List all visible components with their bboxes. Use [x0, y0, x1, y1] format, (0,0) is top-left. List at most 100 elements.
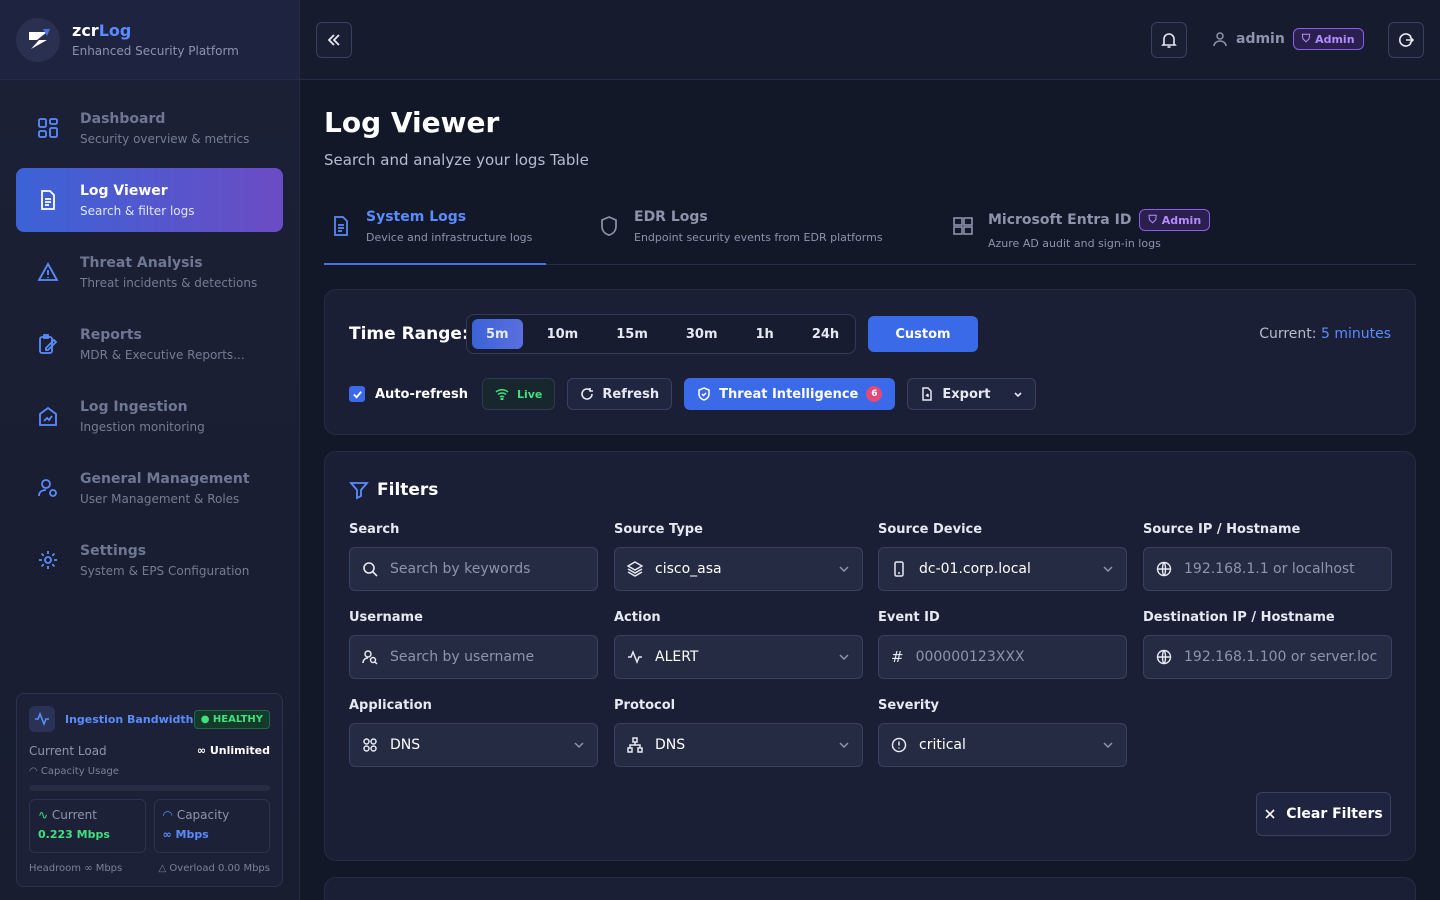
- export-dropdown[interactable]: Export: [907, 378, 1036, 410]
- document-icon: [334, 216, 348, 236]
- search-input[interactable]: Search by keywords: [349, 547, 598, 591]
- activity-icon: ∿: [38, 808, 49, 822]
- capacity-box: ◠ Capacity ∞ Mbps: [153, 799, 270, 853]
- check-icon: [352, 390, 362, 399]
- sidebar-item-subtitle: Search & filter logs: [80, 203, 195, 218]
- nav-menu: Dashboard Security overview & metrics Log…: [0, 80, 299, 592]
- sidebar-item-subtitle: User Management & Roles: [80, 491, 240, 506]
- field-label: Source IP / Hostname: [1143, 522, 1301, 537]
- tab-microsoft-entra-id[interactable]: Microsoft Entra ID ⛉ Admin Azure AD audit …: [952, 193, 1211, 265]
- brand-subtitle: Enhanced Security Platform: [72, 44, 239, 58]
- alert-circle-icon: [891, 737, 907, 753]
- sidebar-item-subtitle: Security overview & metrics: [80, 131, 250, 146]
- chevron-down-icon: [839, 654, 849, 661]
- source-device-select[interactable]: dc-01.corp.local: [878, 547, 1127, 591]
- time-option-15m[interactable]: 15m: [602, 319, 662, 349]
- custom-range-button[interactable]: Custom: [868, 316, 978, 352]
- sidebar-item-title: Log Ingestion: [80, 398, 188, 415]
- source-ip-field: Source IP / Hostname 192.168.1.1 or loca…: [1143, 522, 1392, 591]
- sidebar-item-general-management[interactable]: General Management User Management & Role…: [16, 456, 283, 520]
- sidebar-item-reports[interactable]: Reports MDR & Executive Reports...: [16, 312, 283, 376]
- placeholder-text: Search by username: [390, 649, 535, 665]
- sidebar-item-subtitle: Ingestion monitoring: [80, 419, 205, 434]
- event-id-input[interactable]: # 000000123XXX: [878, 635, 1127, 679]
- protocol-select[interactable]: DNS: [614, 723, 863, 767]
- clear-filters-button[interactable]: Clear Filters: [1256, 792, 1391, 836]
- tab-edr-logs[interactable]: EDR Logs Endpoint security events from ED…: [598, 193, 883, 265]
- capacity-value: ∞ Mbps: [162, 828, 209, 841]
- refresh-icon: [581, 388, 594, 400]
- admin-badge: ⛉ Admin: [1139, 209, 1211, 231]
- activity-icon: [628, 649, 642, 665]
- time-option-30m[interactable]: 30m: [672, 319, 732, 349]
- double-chevron-left-icon: [327, 34, 340, 46]
- source-ip-input[interactable]: 192.168.1.1 or localhost: [1143, 547, 1392, 591]
- source-type-select[interactable]: cisco_asa: [614, 547, 863, 591]
- tab-subtitle: Endpoint security events from EDR platfo…: [634, 231, 883, 244]
- selected-value: dc-01.corp.local: [919, 561, 1031, 577]
- user-search-icon: [362, 650, 378, 665]
- time-range-label: Time Range:: [349, 324, 469, 344]
- ingestion-icon: [36, 404, 60, 428]
- sidebar-item-threat-analysis[interactable]: Threat Analysis Threat incidents & detect…: [16, 240, 283, 304]
- threat-intelligence-button[interactable]: Threat Intelligence 6: [684, 378, 896, 410]
- chevron-down-icon: [839, 566, 849, 573]
- gauge-icon: ◠: [162, 808, 173, 822]
- warning-icon: [36, 260, 60, 284]
- action-select[interactable]: ALERT: [614, 635, 863, 679]
- ingestion-bandwidth-card: Ingestion Bandwidth ● HEALTHY Current Lo…: [16, 693, 283, 887]
- tab-system-logs[interactable]: System Logs Device and infrastructure log…: [324, 193, 546, 265]
- chevron-down-icon: [1103, 566, 1113, 573]
- time-option-1h[interactable]: 1h: [742, 319, 788, 349]
- username-input[interactable]: Search by username: [349, 635, 598, 679]
- logout-icon: [1399, 33, 1414, 47]
- sidebar-item-subtitle: Threat incidents & detections: [80, 275, 258, 290]
- sidebar-item-title: Threat Analysis: [80, 254, 203, 271]
- chevron-down-icon: [574, 742, 584, 749]
- hash-icon: #: [891, 648, 904, 666]
- sidebar-item-dashboard[interactable]: Dashboard Security overview & metrics: [16, 96, 283, 160]
- overload-text: △ Overload 0.00 Mbps: [158, 863, 270, 874]
- sidebar-item-log-ingestion[interactable]: Log Ingestion Ingestion monitoring: [16, 384, 283, 448]
- chevron-down-icon: [839, 742, 849, 749]
- selected-value: cisco_asa: [655, 561, 722, 577]
- refresh-button[interactable]: Refresh: [567, 378, 673, 410]
- user-menu[interactable]: admin ⛉ Admin: [1212, 28, 1364, 50]
- page-subtitle: Search and analyze your logs Table: [324, 151, 589, 169]
- sidebar-item-log-viewer[interactable]: Log Viewer Search & filter logs: [16, 168, 283, 232]
- placeholder-text: 000000123XXX: [915, 649, 1025, 665]
- sidebar-item-title: Settings: [80, 542, 147, 559]
- notifications-button[interactable]: [1151, 22, 1187, 58]
- brand-name: zcrLog: [72, 21, 132, 40]
- shield-icon: ⛉: [1301, 32, 1311, 45]
- application-select[interactable]: DNS: [349, 723, 598, 767]
- field-label: Username: [349, 610, 423, 625]
- source-device-field: Source Device dc-01.corp.local: [878, 522, 1127, 591]
- report-edit-icon: [36, 332, 60, 356]
- grid-icon: [36, 116, 60, 140]
- placeholder-text: 192.168.1.1 or localhost: [1184, 561, 1355, 577]
- auto-refresh-checkbox[interactable]: [349, 386, 365, 402]
- search-field: Search Search by keywords: [349, 522, 598, 591]
- severity-select[interactable]: critical: [878, 723, 1127, 767]
- collapse-sidebar-button[interactable]: [316, 22, 352, 58]
- brand[interactable]: zcrLog Enhanced Security Platform: [0, 0, 299, 80]
- sidebar-item-title: Reports: [80, 326, 142, 343]
- destination-ip-field: Destination IP / Hostname 192.168.1.100 …: [1143, 610, 1392, 679]
- protocol-field: Protocol DNS: [614, 698, 863, 767]
- close-icon: [1265, 809, 1275, 819]
- current-box: ∿ Current 0.223 Mbps: [29, 799, 146, 853]
- tab-title: System Logs: [366, 209, 467, 225]
- sidebar-item-settings[interactable]: Settings System & EPS Configuration: [16, 528, 283, 592]
- time-option-5m[interactable]: 5m: [472, 319, 523, 349]
- logout-button[interactable]: [1388, 22, 1424, 58]
- time-option-24h[interactable]: 24h: [798, 319, 853, 349]
- selected-value: DNS: [655, 737, 686, 753]
- selected-value: ALERT: [655, 649, 699, 665]
- role-badge: ⛉ Admin: [1292, 28, 1364, 50]
- destination-ip-input[interactable]: 192.168.1.100 or server.loc: [1143, 635, 1392, 679]
- time-option-10m[interactable]: 10m: [533, 319, 593, 349]
- source-type-field: Source Type cisco_asa: [614, 522, 863, 591]
- device-icon: [894, 561, 904, 577]
- layers-icon: [627, 561, 643, 577]
